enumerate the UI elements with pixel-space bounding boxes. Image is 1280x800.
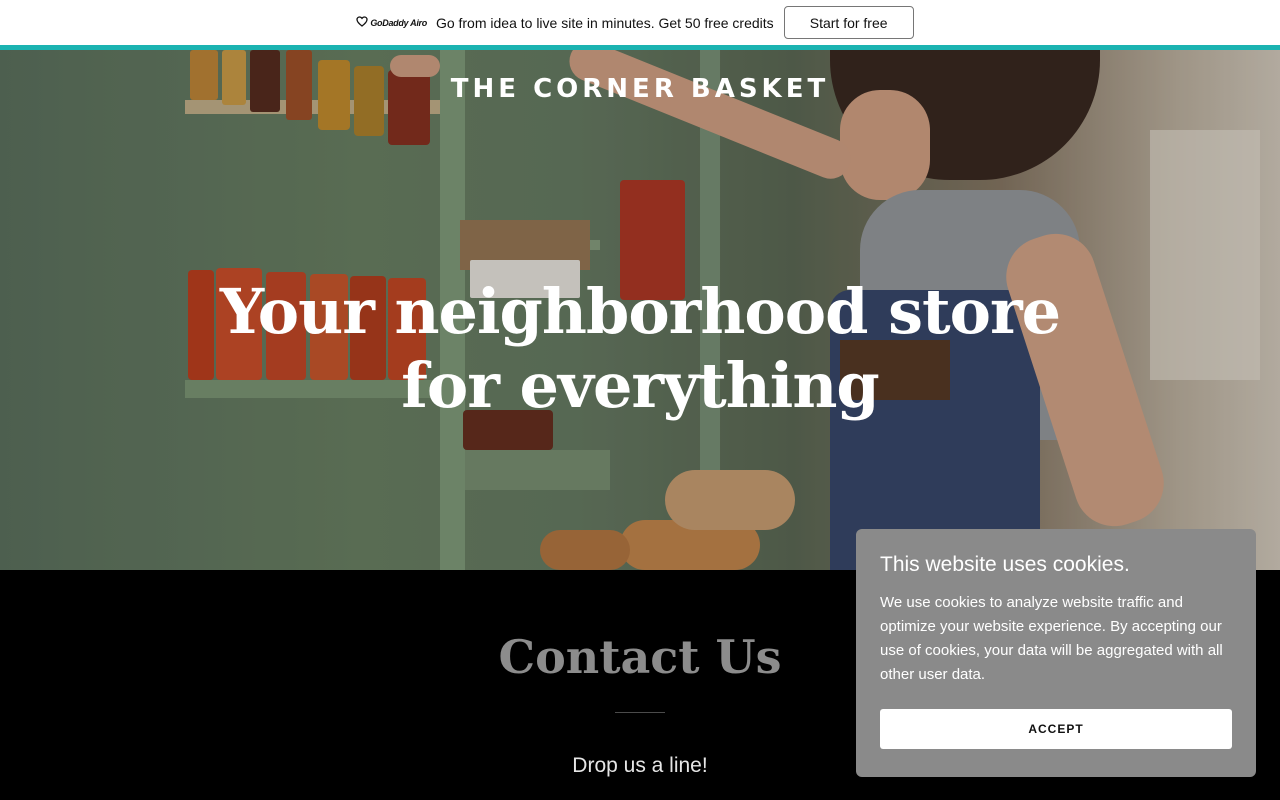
promo-message: Go from idea to live site in minutes. Ge… [435, 14, 774, 31]
promo-bar: GoDaddy Airo Go from idea to live site i… [0, 0, 1280, 45]
cookie-banner: This website uses cookies. We use cookie… [856, 529, 1256, 777]
promo-content: GoDaddy Airo Go from idea to live site i… [356, 6, 914, 39]
start-for-free-button[interactable]: Start for free [783, 6, 914, 39]
hero-headline: Your neighborhood store for everything [219, 275, 1061, 422]
contact-divider [615, 712, 665, 713]
cookie-title: This website uses cookies. [880, 553, 1130, 576]
godaddy-logo[interactable]: GoDaddy Airo [356, 14, 427, 32]
site-title[interactable]: THE CORNER BASKET [0, 74, 1280, 104]
cookie-accept-button[interactable]: ACCEPT [880, 709, 1232, 749]
hero-section: THE CORNER BASKET Your neighborhood stor… [0, 50, 1280, 570]
godaddy-logo-text: GoDaddy Airo [370, 17, 427, 28]
godaddy-logo-icon [356, 14, 369, 32]
cookie-body: We use cookies to analyze website traffi… [880, 594, 1223, 683]
